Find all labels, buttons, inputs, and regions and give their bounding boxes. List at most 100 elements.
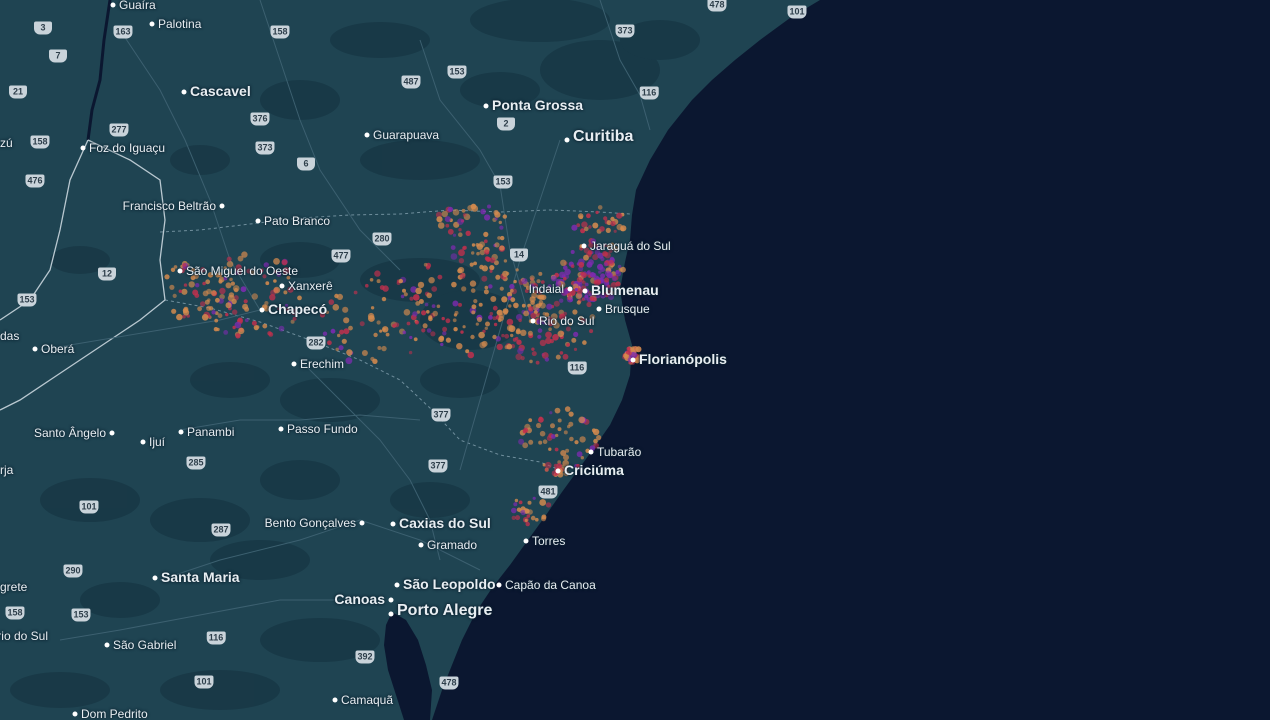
heatmap-point — [530, 515, 536, 521]
heatmap-point — [588, 225, 592, 229]
heatmap-point — [546, 288, 551, 292]
heatmap-point — [511, 507, 517, 514]
heatmap-point — [618, 267, 623, 272]
heatmap-point — [544, 467, 549, 472]
heatmap-point — [445, 337, 451, 343]
heatmap-point — [569, 436, 574, 442]
heatmap-point — [394, 322, 400, 328]
city-marker-tubarao — [588, 449, 594, 455]
city-marker-caxias-do-sul — [390, 521, 396, 527]
heatmap-point — [520, 329, 527, 336]
heatmap-point — [282, 267, 290, 275]
heatmap-point — [515, 268, 519, 272]
heatmap-point — [377, 346, 382, 350]
heatmap-point — [481, 275, 488, 282]
road-shield-290: 290 — [63, 564, 83, 578]
heatmap-point — [599, 285, 605, 290]
city-marker-pato-branco — [255, 218, 261, 224]
heatmap-point — [541, 320, 546, 325]
heatmap-point — [421, 328, 426, 333]
heatmap-point — [432, 310, 439, 317]
heatmap-point — [332, 304, 340, 311]
heatmap-point — [403, 309, 411, 316]
heatmap-point — [559, 313, 566, 320]
heatmap-point — [204, 299, 210, 305]
heatmap-point — [595, 293, 601, 299]
heatmap-point — [499, 286, 504, 291]
heatmap-point — [215, 297, 220, 303]
heatmap-point — [414, 320, 419, 325]
road-shield-477: 477 — [331, 249, 351, 263]
heatmap-point — [514, 498, 519, 503]
heatmap-point — [223, 276, 228, 281]
heatmap-point — [264, 301, 269, 306]
road-shield-158: 158 — [30, 135, 50, 149]
heatmap-point — [176, 313, 183, 321]
heatmap-point — [516, 507, 522, 512]
heatmap-point — [368, 315, 375, 322]
heatmap-point — [379, 329, 383, 333]
heatmap-point — [262, 323, 268, 329]
heatmap-point — [603, 243, 607, 248]
city-marker-canoas — [388, 597, 394, 603]
city-marker-cascavel — [181, 89, 187, 95]
heatmap-point — [441, 316, 445, 321]
heatmap-point — [476, 243, 483, 250]
heatmap-point — [338, 345, 344, 351]
road-shield-6: 6 — [297, 157, 315, 171]
heatmap-point — [555, 433, 559, 438]
heatmap-point — [442, 326, 448, 332]
heatmap-point — [341, 338, 347, 344]
heatmap-point — [273, 258, 280, 265]
road-shield-116: 116 — [639, 86, 659, 100]
heatmap-point — [559, 351, 564, 355]
heatmap-point — [428, 315, 433, 320]
heatmap-point — [583, 295, 589, 301]
heatmap-point — [613, 245, 619, 252]
heatmap-point — [422, 323, 428, 329]
map-canvas[interactable]: 3 163 158 478 101 373 7 487 153 21 277 116 376 2 158 37… — [0, 0, 1270, 720]
heatmap-point — [603, 262, 608, 267]
road-shield-478: 478 — [707, 0, 727, 12]
heatmap-point — [181, 288, 188, 295]
city-marker-palotina — [149, 21, 155, 27]
heatmap-point — [578, 416, 586, 424]
heatmap-point — [553, 322, 560, 329]
heatmap-point — [582, 340, 587, 345]
heatmap-point — [610, 242, 615, 247]
heatmap-point — [583, 254, 589, 261]
heatmap-point — [458, 249, 465, 257]
heatmap-point — [490, 296, 497, 302]
heatmap-point — [436, 216, 443, 223]
heatmap-point — [484, 326, 488, 330]
road-shield-163: 163 — [113, 25, 133, 39]
heatmap-point — [339, 329, 345, 335]
heatmap-point — [589, 296, 595, 302]
heatmap-point — [445, 223, 450, 228]
road-shield-2: 2 — [497, 117, 515, 131]
road-shield-282: 282 — [306, 336, 326, 350]
forest-patch — [170, 145, 230, 175]
heatmap-point — [510, 333, 514, 338]
heatmap-point — [195, 283, 200, 288]
road-shield-21: 21 — [9, 85, 27, 99]
heatmap-point — [471, 243, 476, 247]
heatmap-point — [229, 277, 233, 282]
heatmap-point — [537, 334, 542, 339]
road-shield-280: 280 — [372, 232, 392, 246]
heatmap-point — [536, 422, 542, 429]
heatmap-point — [376, 279, 381, 284]
heatmap-point — [596, 435, 602, 441]
heatmap-point — [573, 331, 579, 337]
road-shield-373: 373 — [615, 24, 635, 38]
heatmap-point — [465, 230, 471, 236]
heatmap-point — [373, 332, 378, 338]
heatmap-point — [462, 325, 466, 329]
heatmap-point — [522, 442, 529, 449]
city-marker-dom-pedrito — [72, 711, 78, 717]
heatmap-point — [458, 228, 462, 232]
heatmap-point — [182, 263, 186, 267]
heatmap-point — [548, 327, 552, 332]
heatmap-point — [337, 333, 341, 338]
road-shield-116: 116 — [567, 361, 587, 375]
